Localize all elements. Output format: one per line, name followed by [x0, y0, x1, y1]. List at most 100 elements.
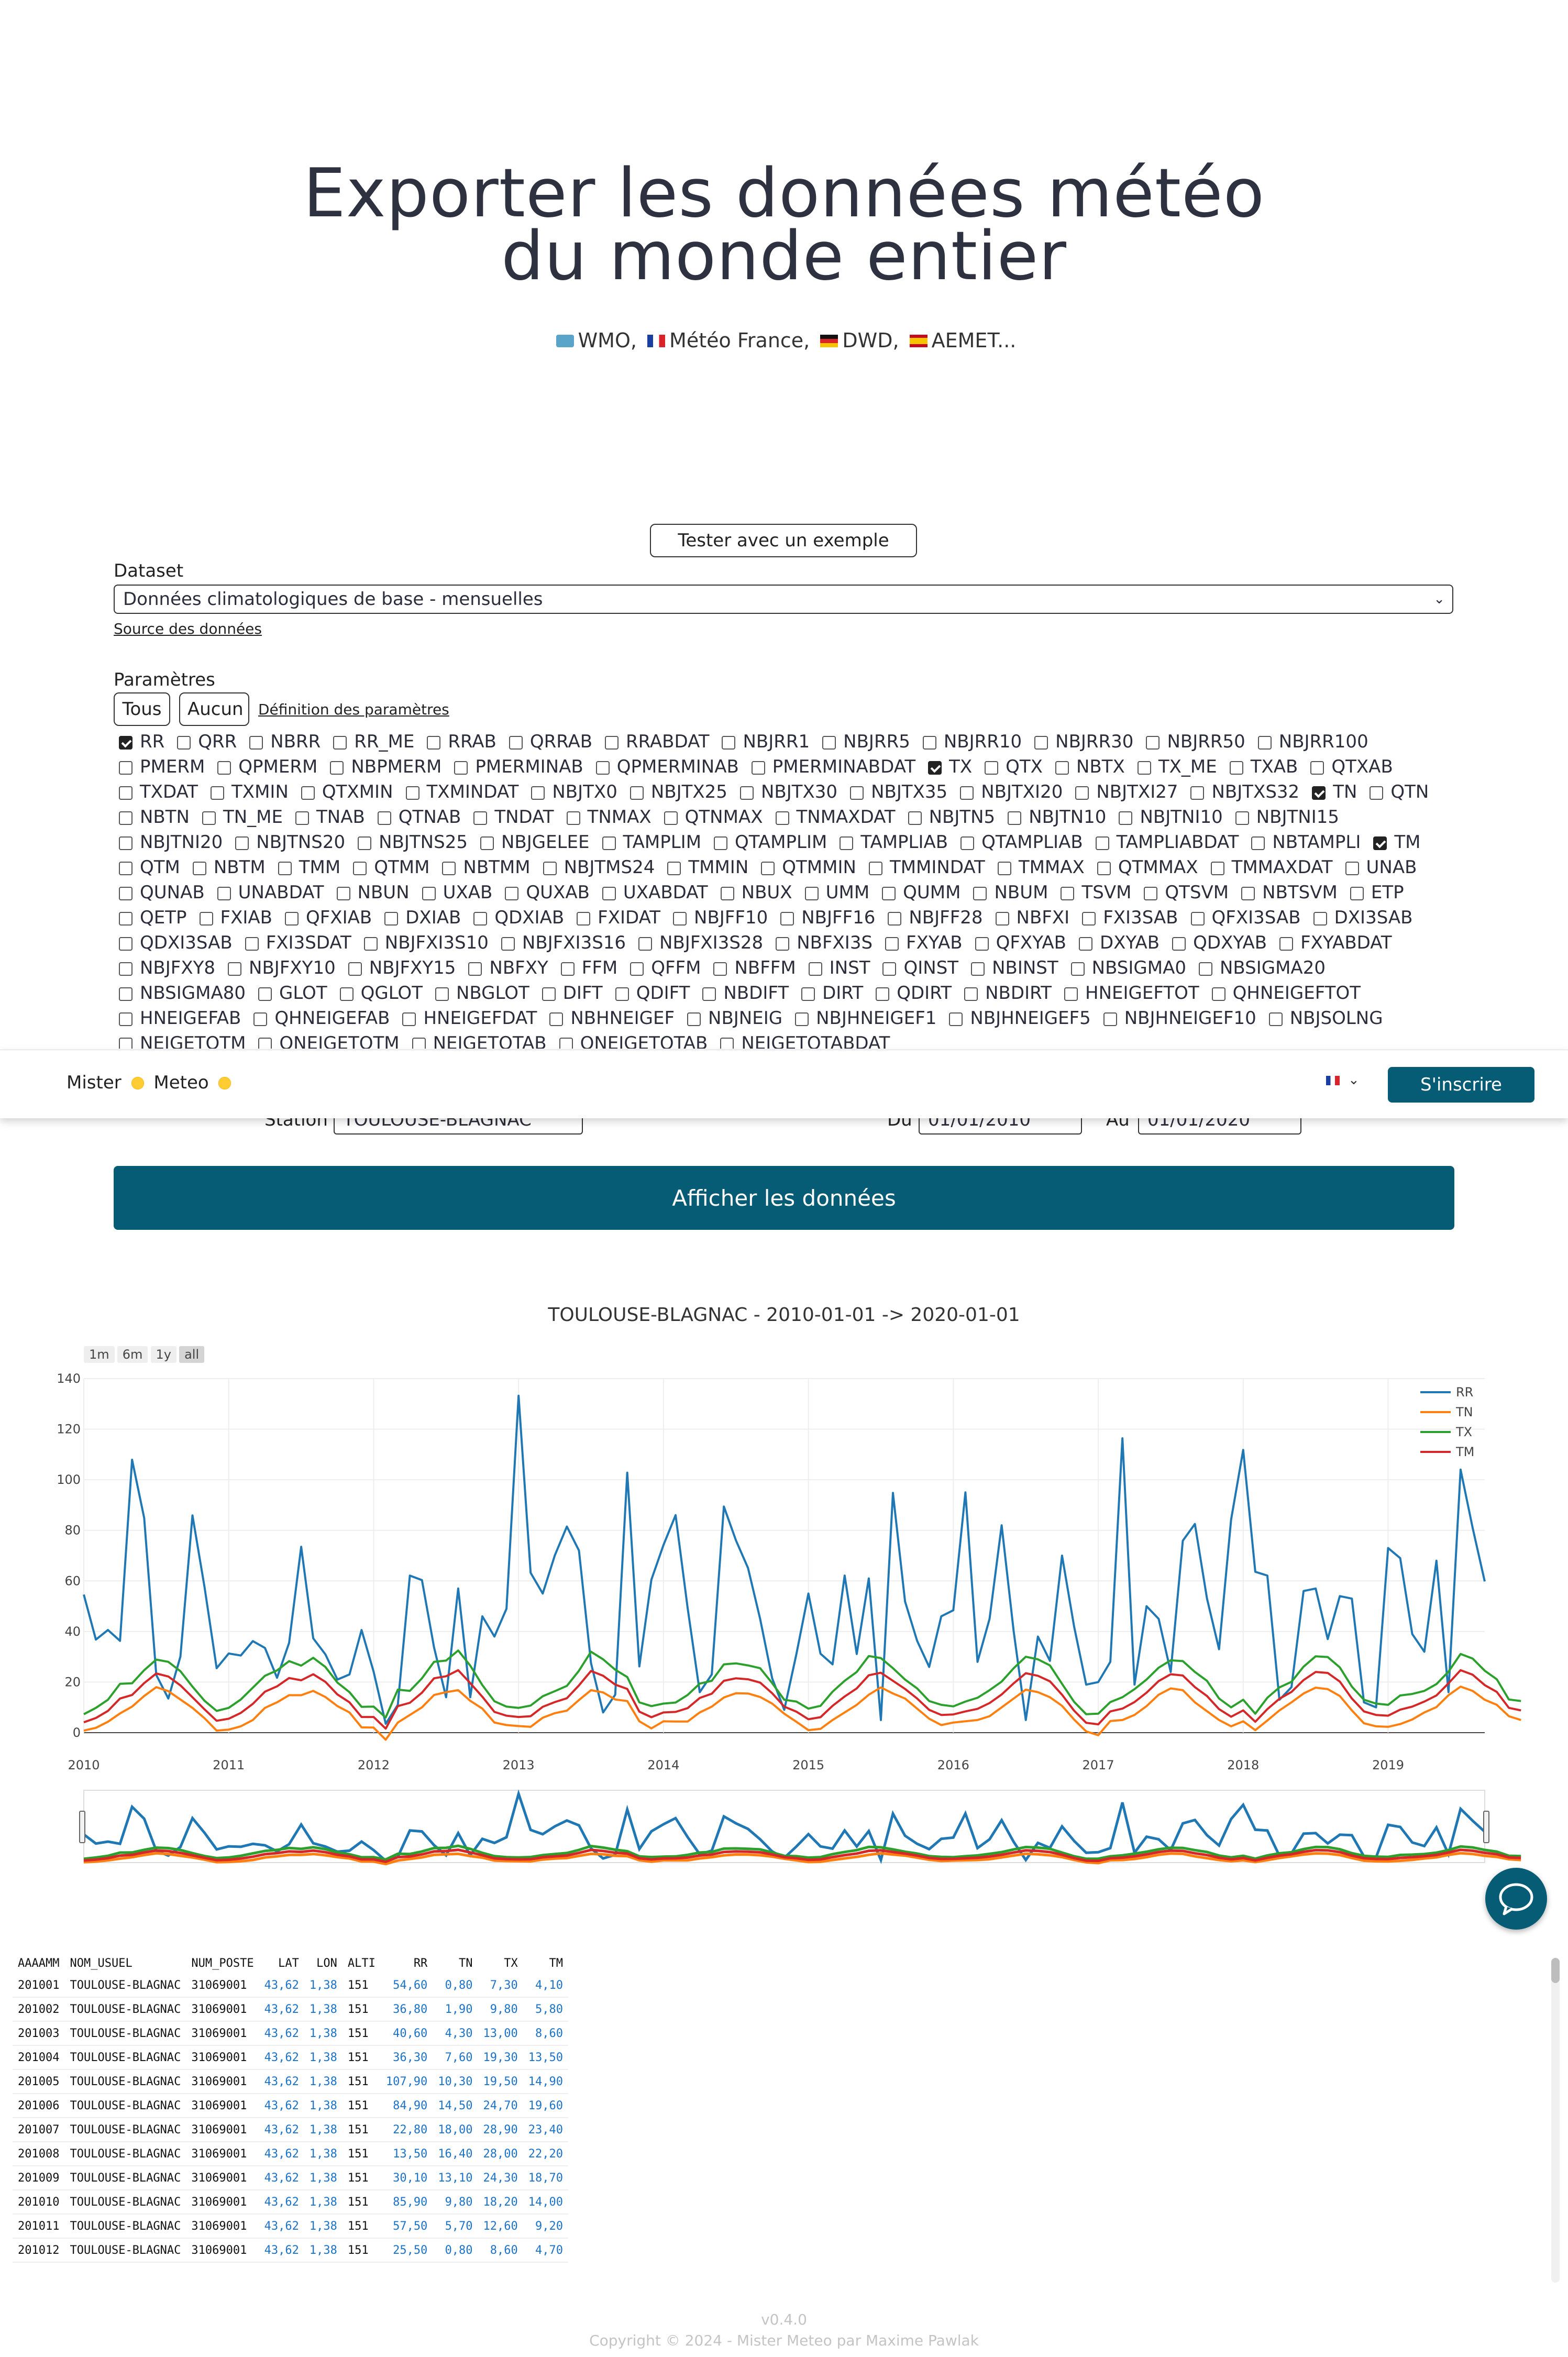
checkbox-checked-icon[interactable] [119, 736, 132, 750]
param-checkbox-nbffm[interactable]: NBFFM [713, 955, 796, 981]
checkbox-unchecked-icon[interactable] [630, 786, 644, 800]
checkbox-checked-icon[interactable] [1312, 786, 1326, 800]
checkbox-unchecked-icon[interactable] [119, 1012, 132, 1026]
param-checkbox-qtxmin[interactable]: QTXMIN [301, 779, 393, 805]
checkbox-unchecked-icon[interactable] [595, 761, 610, 775]
checkbox-unchecked-icon[interactable] [1095, 836, 1109, 850]
param-checkbox-qtampliab[interactable]: QTAMPLIAB [960, 830, 1083, 855]
checkbox-unchecked-icon[interactable] [908, 811, 922, 825]
checkbox-unchecked-icon[interactable] [1055, 761, 1069, 775]
checkbox-unchecked-icon[interactable] [1061, 887, 1075, 900]
checkbox-unchecked-icon[interactable] [720, 1038, 734, 1049]
checkbox-unchecked-icon[interactable] [602, 887, 616, 900]
checkbox-unchecked-icon[interactable] [780, 912, 794, 926]
checkbox-unchecked-icon[interactable] [673, 912, 687, 926]
param-checkbox-dxyab[interactable]: DXYAB [1078, 930, 1160, 955]
checkbox-unchecked-icon[interactable] [330, 761, 344, 775]
legend-label-tn[interactable]: TN [1455, 1405, 1473, 1419]
param-checkbox-qtnab[interactable]: QTNAB [377, 805, 461, 830]
dataset-select[interactable]: Données climatologiques de base - mensue… [114, 585, 1453, 614]
param-checkbox-nbjsolng[interactable]: NBJSOLNG [1268, 1006, 1383, 1031]
param-checkbox-dxiab[interactable]: DXIAB [384, 905, 461, 930]
checkbox-unchecked-icon[interactable] [1097, 862, 1111, 875]
param-checkbox-nbjtn10[interactable]: NBJTN10 [1008, 805, 1106, 830]
checkbox-unchecked-icon[interactable] [119, 862, 132, 875]
param-checkbox-nbjfxi3s10[interactable]: NBJFXI3S10 [363, 930, 489, 955]
param-checkbox-nbpmerm[interactable]: NBPMERM [330, 754, 441, 779]
param-checkbox-nbjtx25[interactable]: NBJTX25 [630, 779, 727, 805]
checkbox-unchecked-icon[interactable] [801, 987, 815, 1001]
checkbox-unchecked-icon[interactable] [217, 887, 231, 900]
checkbox-unchecked-icon[interactable] [301, 786, 315, 800]
checkbox-unchecked-icon[interactable] [202, 811, 216, 825]
param-checkbox-tmm[interactable]: TMM [278, 855, 340, 880]
param-checkbox-nbrr[interactable]: NBRR [249, 729, 321, 754]
param-checkbox-nbtsvm[interactable]: NBTSVM [1241, 880, 1338, 905]
param-checkbox-nbsigma80[interactable]: NBSIGMA80 [119, 981, 246, 1006]
param-checkbox-tnmax[interactable]: TNMAX [566, 805, 652, 830]
signup-button[interactable]: S'inscrire [1388, 1067, 1534, 1103]
param-checkbox-nbjff28[interactable]: NBJFF28 [888, 905, 983, 930]
checkbox-unchecked-icon[interactable] [687, 1012, 701, 1026]
param-checkbox-nbjtxs32[interactable]: NBJTXS32 [1190, 779, 1299, 805]
checkbox-unchecked-icon[interactable] [119, 987, 132, 1001]
param-checkbox-qtsvm[interactable]: QTSVM [1144, 880, 1229, 905]
param-checkbox-nbjtx0[interactable]: NBJTX0 [531, 779, 617, 805]
checkbox-unchecked-icon[interactable] [245, 937, 259, 951]
param-checkbox-nbtx[interactable]: NBTX [1055, 754, 1125, 779]
checkbox-unchecked-icon[interactable] [1078, 937, 1092, 951]
checkbox-unchecked-icon[interactable] [1064, 987, 1078, 1001]
param-checkbox-nbtampli[interactable]: NBTAMPLI [1251, 830, 1361, 855]
param-checkbox-nbjfxi3s16[interactable]: NBJFXI3S16 [501, 930, 626, 955]
checkbox-unchecked-icon[interactable] [295, 811, 309, 825]
checkbox-unchecked-icon[interactable] [1198, 962, 1212, 976]
checkbox-unchecked-icon[interactable] [1268, 1012, 1283, 1026]
checkbox-unchecked-icon[interactable] [615, 987, 629, 1001]
legend-label-tm[interactable]: TM [1455, 1445, 1474, 1459]
checkbox-unchecked-icon[interactable] [412, 1038, 426, 1049]
param-checkbox-unabdat[interactable]: UNABDAT [217, 880, 324, 905]
checkbox-unchecked-icon[interactable] [119, 761, 132, 775]
param-checkbox-qtnmax[interactable]: QTNMAX [664, 805, 763, 830]
param-checkbox-tampliabdat[interactable]: TAMPLIABDAT [1095, 830, 1239, 855]
checkbox-unchecked-icon[interactable] [278, 862, 292, 875]
rangeslider-left-handle[interactable] [79, 1811, 85, 1843]
param-checkbox-rr_me[interactable]: RR_ME [333, 729, 414, 754]
param-checkbox-tmmax[interactable]: TMMAX [997, 855, 1085, 880]
checkbox-unchecked-icon[interactable] [995, 912, 1009, 926]
checkbox-unchecked-icon[interactable] [363, 937, 378, 951]
param-checkbox-qdirt[interactable]: QDIRT [876, 981, 952, 1006]
language-selector[interactable]: ⌄ [1326, 1072, 1360, 1088]
checkbox-unchecked-icon[interactable] [882, 887, 896, 900]
checkbox-unchecked-icon[interactable] [119, 836, 132, 850]
param-checkbox-tmmindat[interactable]: TMMINDAT [868, 855, 985, 880]
param-checkbox-tampliab[interactable]: TAMPLIAB [840, 830, 948, 855]
checkbox-unchecked-icon[interactable] [1279, 937, 1294, 951]
checkbox-unchecked-icon[interactable] [468, 962, 482, 976]
param-checkbox-pmerminabdat[interactable]: PMERMINABDAT [751, 754, 915, 779]
checkbox-unchecked-icon[interactable] [795, 1012, 809, 1026]
param-checkbox-txab[interactable]: TXAB [1229, 754, 1298, 779]
checkbox-unchecked-icon[interactable] [249, 736, 263, 750]
param-checkbox-qrr[interactable]: QRR [177, 729, 237, 754]
checkbox-unchecked-icon[interactable] [1210, 862, 1224, 875]
param-checkbox-uxabdat[interactable]: UXABDAT [602, 880, 708, 905]
param-checkbox-nbjtx35[interactable]: NBJTX35 [850, 779, 947, 805]
param-checkbox-qffm[interactable]: QFFM [630, 955, 701, 981]
param-checkbox-tn_me[interactable]: TN_ME [202, 805, 283, 830]
checkbox-unchecked-icon[interactable] [1070, 962, 1085, 976]
param-checkbox-nbjrr10[interactable]: NBJRR10 [922, 729, 1022, 754]
param-definitions-link[interactable]: Définition des paramètres [258, 701, 449, 718]
checkbox-unchecked-icon[interactable] [119, 786, 132, 800]
param-checkbox-tmmin[interactable]: TMMIN [667, 855, 748, 880]
checkbox-checked-icon[interactable] [1373, 836, 1387, 850]
param-checkbox-qhneigefab[interactable]: QHNEIGEFAB [253, 1006, 390, 1031]
checkbox-unchecked-icon[interactable] [964, 987, 978, 1001]
checkbox-unchecked-icon[interactable] [542, 987, 556, 1001]
checkbox-unchecked-icon[interactable] [217, 761, 231, 775]
param-checkbox-ffm[interactable]: FFM [560, 955, 617, 981]
param-checkbox-nbjtms24[interactable]: NBJTMS24 [543, 855, 655, 880]
param-checkbox-fxi3sdat[interactable]: FXI3SDAT [245, 930, 351, 955]
param-checkbox-neigetotab[interactable]: NEIGETOTAB [412, 1031, 547, 1049]
checkbox-unchecked-icon[interactable] [997, 862, 1011, 875]
